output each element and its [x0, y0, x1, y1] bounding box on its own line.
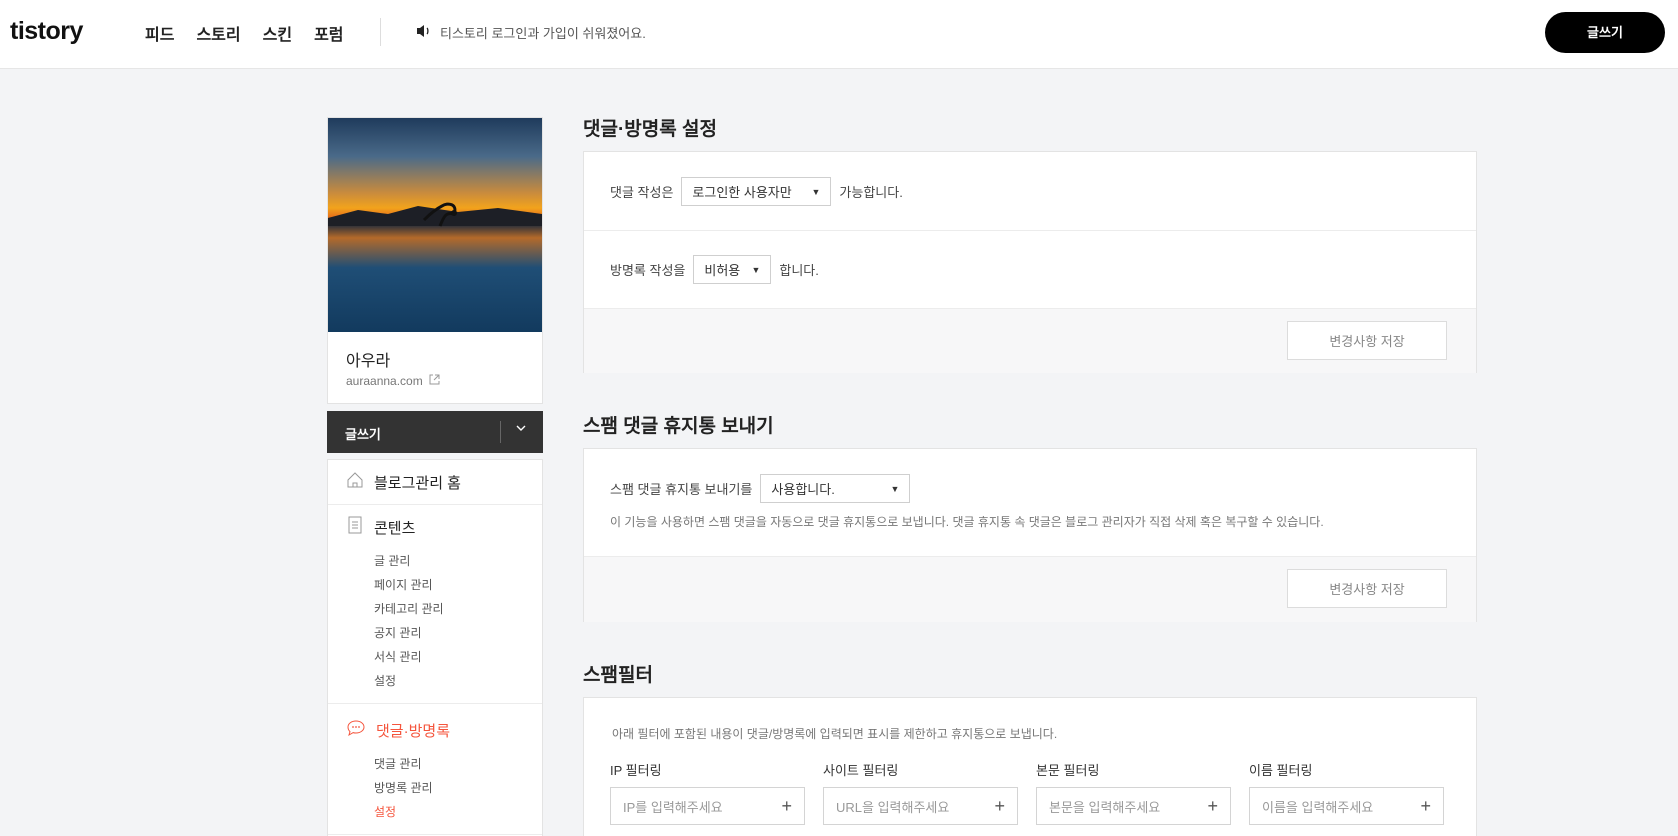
comment-permission-select[interactable]: 로그인한 사용자만 ▼ [681, 177, 832, 206]
plus-icon[interactable]: + [1207, 796, 1218, 817]
tistory-logo[interactable]: tistory [10, 17, 83, 46]
sidebar-write-label: 글쓰기 [345, 427, 381, 442]
site-filter-label: 사이트 필터링 [823, 763, 899, 778]
sidebar-item-guestbook-manage[interactable]: 방명록 관리 [328, 776, 542, 800]
spam-filter-card: 아래 필터에 포함된 내용이 댓글/방명록에 입력되면 표시를 제한하고 휴지통… [583, 697, 1477, 836]
comment-icon [346, 719, 366, 741]
comment-permission-value: 로그인한 사용자만 [692, 185, 792, 200]
nav-divider [380, 18, 381, 46]
name-filter: 이름 필터링 이름을 입력해주세요 + [1249, 760, 1444, 825]
spam-trash-hint: 이 기능을 사용하면 스팸 댓글을 자동으로 댓글 휴지통으로 보냅니다. 댓글… [610, 515, 1324, 529]
comment-settings-title: 댓글·방명록 설정 [583, 119, 717, 140]
guestbook-permission-row: 방명록 작성을 비허용 ▼ 합니다. [610, 255, 819, 284]
name-filter-label: 이름 필터링 [1249, 763, 1313, 778]
ip-filter-input[interactable]: IP를 입력해주세요 + [610, 787, 805, 825]
name-filter-input[interactable]: 이름을 입력해주세요 + [1249, 787, 1444, 825]
nav-story[interactable]: 스토리 [196, 21, 240, 45]
sidebar-item-post-manage[interactable]: 글 관리 [328, 549, 542, 573]
blog-url-text: auraanna.com [346, 374, 423, 388]
spam-filter-hint: 아래 필터에 포함된 내용이 댓글/방명록에 입력되면 표시를 제한하고 휴지통… [612, 727, 1058, 741]
comment-settings-card: 댓글 작성은 로그인한 사용자만 ▼ 가능합니다. 방명록 작성을 비허용 ▼ … [583, 151, 1477, 373]
write-divider [500, 421, 501, 443]
name-filter-placeholder: 이름을 입력해주세요 [1262, 799, 1374, 815]
blog-profile-image[interactable] [328, 118, 542, 332]
sidebar-item-template-manage[interactable]: 서식 관리 [328, 645, 542, 669]
sidebar-item-comments[interactable]: 댓글·방명록 [328, 708, 542, 752]
save-changes-button[interactable]: 변경사항 저장 [1287, 569, 1447, 608]
spam-filter-title: 스팸필터 [583, 665, 653, 686]
spam-trash-value: 사용합니다. [771, 482, 835, 497]
plus-icon[interactable]: + [994, 796, 1005, 817]
sidebar-item-page-manage[interactable]: 페이지 관리 [328, 573, 542, 597]
main-nav: 피드 스토리 스킨 포럼 [145, 21, 344, 45]
notice-text: 티스토리 로그인과 가입이 쉬워졌어요. [440, 26, 646, 41]
speaker-icon [416, 24, 432, 41]
spam-trash-row: 스팸 댓글 휴지통 보내기를 사용합니다. ▼ [610, 474, 911, 503]
profile-card: 아우라 auraanna.com [327, 117, 543, 404]
blog-url-link[interactable]: auraanna.com [346, 374, 440, 388]
write-button[interactable]: 글쓰기 [1545, 12, 1665, 53]
ip-filter-placeholder: IP를 입력해주세요 [623, 799, 723, 815]
sidebar-item-contents-label: 콘텐츠 [374, 519, 416, 537]
comment-permission-row: 댓글 작성은 로그인한 사용자만 ▼ 가능합니다. [610, 177, 903, 206]
nav-feed[interactable]: 피드 [145, 21, 174, 45]
caret-down-icon: ▼ [811, 186, 821, 197]
ip-filter: IP 필터링 IP를 입력해주세요 + [610, 760, 805, 825]
external-link-icon [429, 374, 440, 388]
site-filter-placeholder: URL을 입력해주세요 [836, 799, 950, 815]
guestbook-suffix: 합니다. [779, 263, 819, 278]
chevron-down-icon[interactable] [515, 422, 527, 437]
comment-settings-footer: 변경사항 저장 [584, 308, 1476, 373]
spam-trash-select[interactable]: 사용합니다. ▼ [760, 474, 911, 503]
caret-down-icon: ▼ [751, 264, 761, 275]
plus-icon[interactable]: + [1420, 796, 1431, 817]
save-changes-button[interactable]: 변경사항 저장 [1287, 321, 1447, 360]
guestbook-permission-select[interactable]: 비허용 ▼ [693, 255, 772, 284]
nav-skin[interactable]: 스킨 [263, 21, 292, 45]
spam-trash-title: 스팸 댓글 휴지통 보내기 [583, 416, 774, 437]
plus-icon[interactable]: + [781, 796, 792, 817]
sidebar-item-comments-settings[interactable]: 설정 [328, 800, 542, 824]
top-bar: tistory 피드 스토리 스킨 포럼 티스토리 로그인과 가입이 쉬워졌어요… [0, 0, 1678, 69]
row-divider [584, 230, 1476, 231]
sidebar-item-comments-label: 댓글·방명록 [376, 722, 450, 740]
sidebar-item-home[interactable]: 블로그관리 홈 [328, 460, 542, 504]
sidebar-item-notice-manage[interactable]: 공지 관리 [328, 621, 542, 645]
notice[interactable]: 티스토리 로그인과 가입이 쉬워졌어요. [416, 23, 646, 42]
document-icon [346, 516, 364, 538]
caret-down-icon: ▼ [890, 483, 900, 494]
menu-section-home: 블로그관리 홈 [328, 460, 542, 505]
sidebar-item-comment-manage[interactable]: 댓글 관리 [328, 752, 542, 776]
sidebar-item-home-label: 블로그관리 홈 [374, 474, 461, 492]
spam-trash-prefix: 스팸 댓글 휴지통 보내기를 [610, 482, 753, 497]
menu-section-contents: 콘텐츠 글 관리 페이지 관리 카테고리 관리 공지 관리 서식 관리 설정 [328, 505, 542, 704]
sidebar-write-button[interactable]: 글쓰기 [327, 411, 543, 453]
comment-prefix: 댓글 작성은 [610, 185, 674, 200]
sidebar-menu: 블로그관리 홈 콘텐츠 글 관리 페이지 관리 카테고리 관리 공지 관리 서식… [327, 459, 543, 836]
sidebar-item-category-manage[interactable]: 카테고리 관리 [328, 597, 542, 621]
menu-section-comments: 댓글·방명록 댓글 관리 방명록 관리 설정 [328, 704, 542, 835]
blog-name: 아우라 [346, 353, 391, 370]
body-filter: 본문 필터링 본문을 입력해주세요 + [1036, 760, 1231, 825]
site-filter: 사이트 필터링 URL을 입력해주세요 + [823, 760, 1018, 825]
sidebar-item-contents-settings[interactable]: 설정 [328, 669, 542, 693]
guestbook-prefix: 방명록 작성을 [610, 263, 686, 278]
comment-suffix: 가능합니다. [839, 185, 903, 200]
guestbook-permission-value: 비허용 [704, 263, 741, 278]
home-icon [346, 471, 364, 493]
ip-filter-label: IP 필터링 [610, 763, 662, 778]
spam-trash-footer: 변경사항 저장 [584, 556, 1476, 622]
body-filter-placeholder: 본문을 입력해주세요 [1049, 799, 1161, 815]
nav-forum[interactable]: 포럼 [314, 21, 343, 45]
body-filter-label: 본문 필터링 [1036, 763, 1100, 778]
sidebar-item-contents[interactable]: 콘텐츠 [328, 505, 542, 549]
site-filter-input[interactable]: URL을 입력해주세요 + [823, 787, 1018, 825]
spam-trash-card: 스팸 댓글 휴지통 보내기를 사용합니다. ▼ 이 기능을 사용하면 스팸 댓글… [583, 448, 1477, 622]
body-filter-input[interactable]: 본문을 입력해주세요 + [1036, 787, 1231, 825]
